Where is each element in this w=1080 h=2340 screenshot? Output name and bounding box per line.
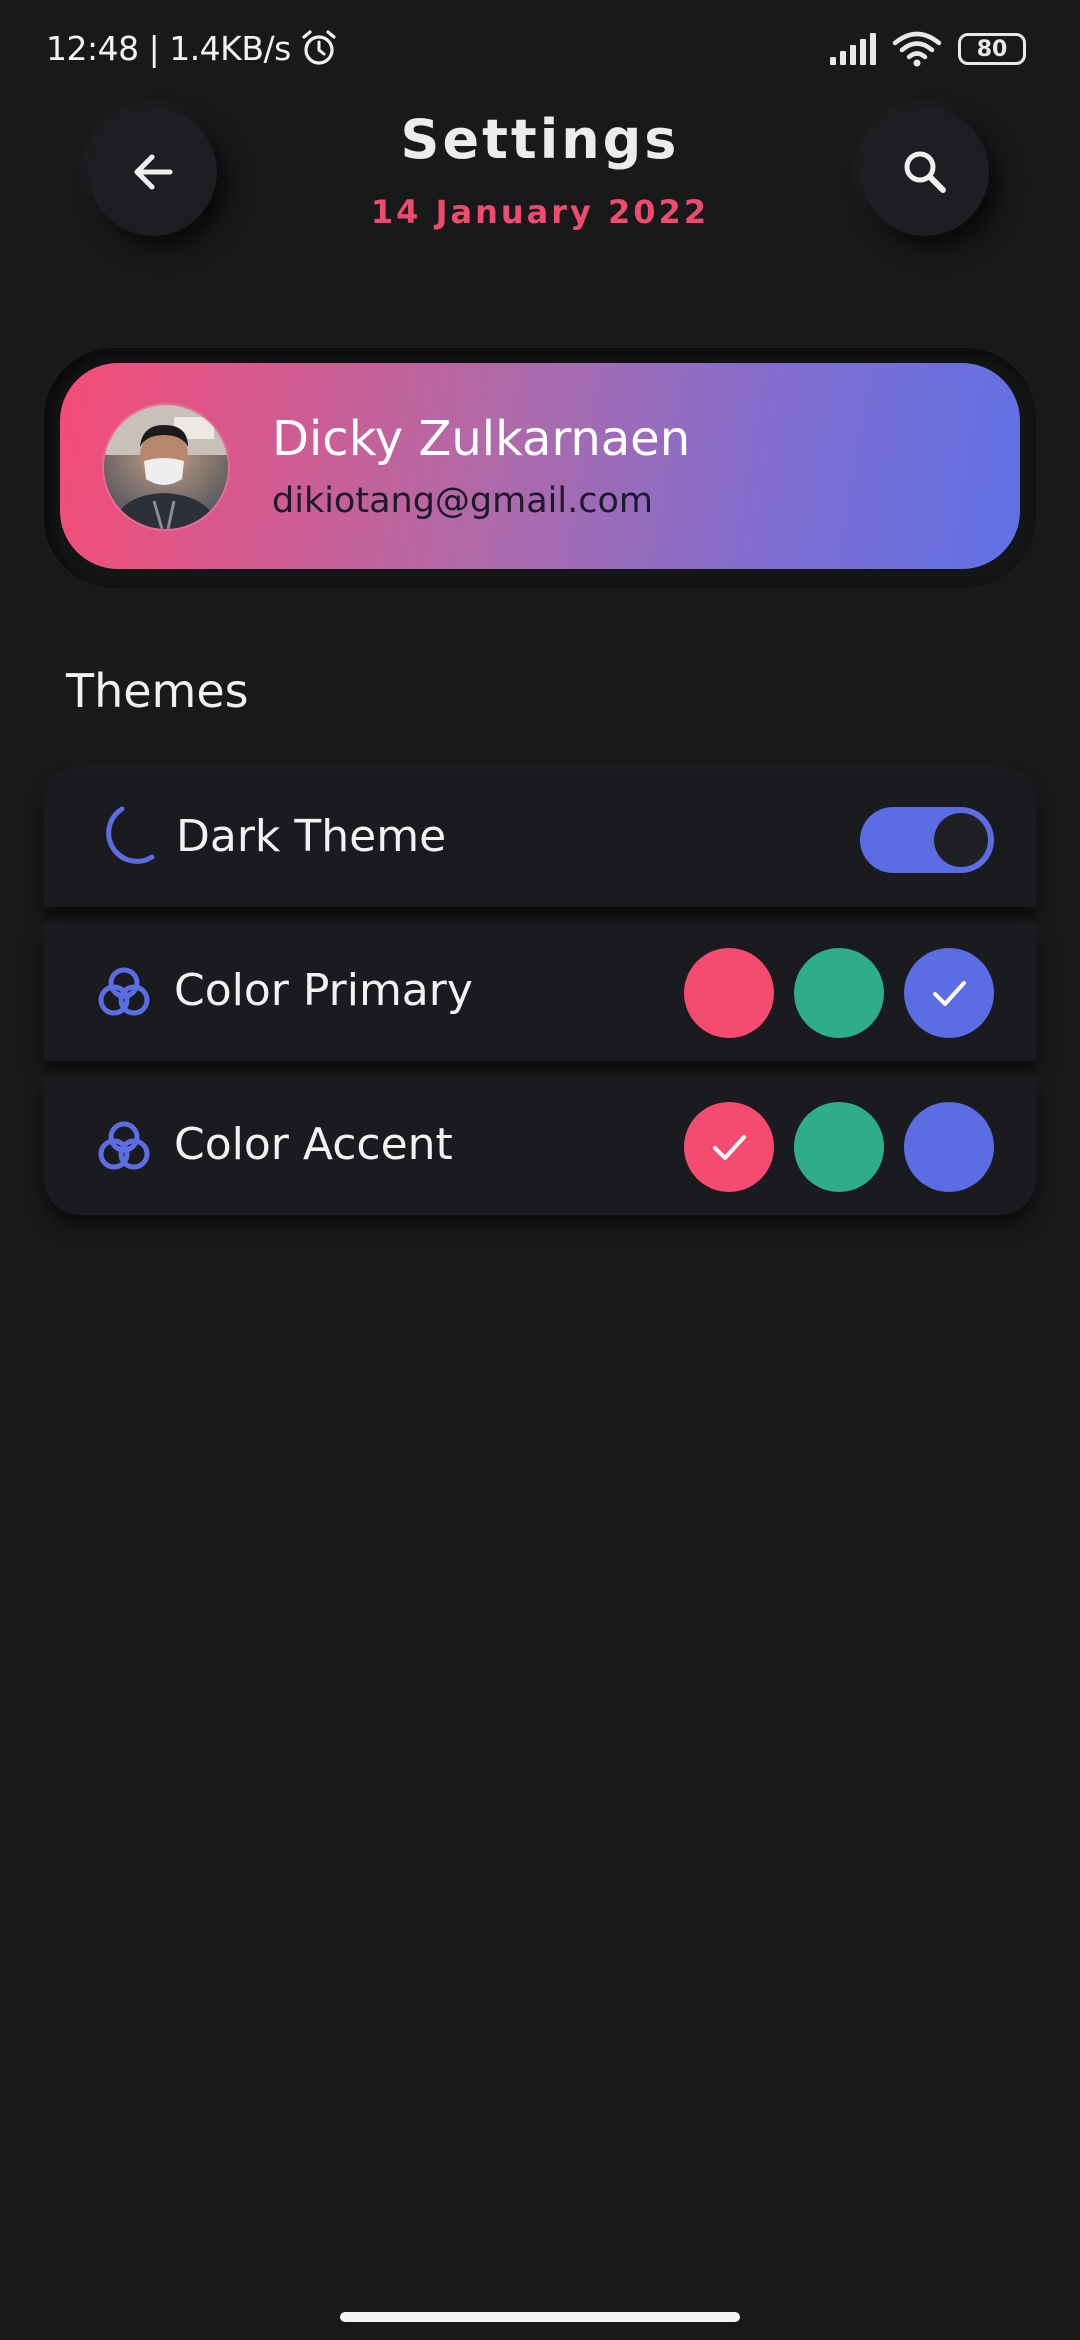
search-icon [904,151,946,193]
status-left: 12:48 | 1.4KB/s [46,28,339,68]
primary-swatch-pink[interactable] [684,948,774,1038]
color-circles-icon [84,1107,164,1187]
themes-section-title: Themes [66,664,249,718]
color-primary-label: Color Primary [174,965,473,1016]
signal-icon [830,33,876,65]
primary-swatch-green[interactable] [794,948,884,1038]
status-right: 80 [828,30,1026,68]
profile-name: Dicky Zulkarnaen [272,411,691,467]
primary-swatch-blue[interactable] [904,948,994,1038]
dark-theme-label: Dark Theme [176,811,447,862]
battery-icon: 80 [958,33,1026,65]
dark-theme-toggle[interactable] [860,807,994,873]
home-indicator[interactable] [340,2312,740,2322]
color-accent-label: Color Accent [174,1119,453,1170]
toggle-knob [934,813,988,867]
accent-swatch-blue[interactable] [904,1102,994,1192]
alarm-icon [302,30,336,65]
dark-theme-row[interactable]: Dark Theme [44,771,1036,907]
color-accent-row: Color Accent [44,1079,1036,1215]
color-primary-row: Color Primary [44,925,1036,1061]
status-bar: 12:48 | 1.4KB/s 80 [0,0,1080,100]
moon-icon [84,799,164,879]
profile-email: dikiotang@gmail.com [272,481,654,521]
avatar-photo [104,405,228,529]
accent-swatch-pink[interactable] [684,1102,774,1192]
accent-swatch-green[interactable] [794,1102,884,1192]
search-button[interactable] [861,108,989,236]
check-icon [933,981,966,1006]
wifi-icon [892,31,942,67]
settings-screen: 12:48 | 1.4KB/s 80 Settings 14 January 2… [0,0,1080,2340]
avatar [104,405,228,529]
check-icon [713,1135,746,1160]
profile-card[interactable]: Dicky Zulkarnaen dikiotang@gmail.com [60,363,1020,569]
color-circles-icon [84,953,164,1033]
status-time: 12:48 | 1.4KB/s [46,28,291,68]
battery-level: 80 [976,36,1008,62]
